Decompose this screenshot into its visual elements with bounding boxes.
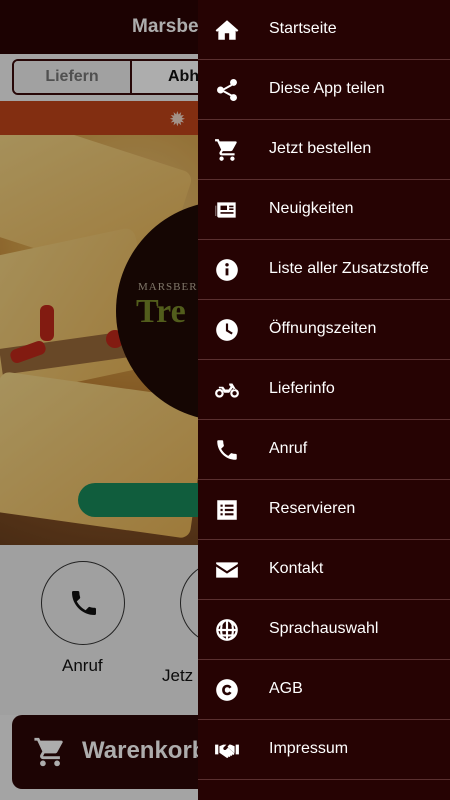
menu-item-agb[interactable]: AGB — [198, 660, 450, 720]
menu-item-label: AGB — [269, 680, 303, 697]
home-icon — [212, 15, 242, 45]
share-icon — [212, 75, 242, 105]
menu-item-label: Impressum — [269, 740, 349, 757]
menu-item-label: Diese App teilen — [269, 80, 385, 97]
handshake-icon — [212, 735, 242, 765]
menu-item-share[interactable]: Diese App teilen — [198, 60, 450, 120]
info-icon — [212, 255, 242, 285]
phone-icon — [212, 435, 242, 465]
menu-item-label: Öffnungszeiten — [269, 320, 377, 337]
cart-icon — [212, 135, 242, 165]
menu-item-opening-hours[interactable]: Öffnungszeiten — [198, 300, 450, 360]
menu-item-news[interactable]: Neuigkeiten — [198, 180, 450, 240]
menu-item-imprint[interactable]: Impressum — [198, 720, 450, 780]
menu-item-reserve[interactable]: Reservieren — [198, 480, 450, 540]
newspaper-icon — [212, 195, 242, 225]
list-icon — [212, 495, 242, 525]
menu-item-additives[interactable]: Liste aller Zusatzstoffe — [198, 240, 450, 300]
menu-item-delivery-info[interactable]: Lieferinfo — [198, 360, 450, 420]
menu-item-contact[interactable]: Kontakt — [198, 540, 450, 600]
menu-item-label: Startseite — [269, 20, 337, 37]
clock-icon — [212, 315, 242, 345]
menu-item-startseite[interactable]: Startseite — [198, 0, 450, 60]
menu-item-label: Liste aller Zusatzstoffe — [269, 260, 429, 277]
envelope-icon — [212, 555, 242, 585]
globe-icon — [212, 615, 242, 645]
menu-item-call[interactable]: Anruf — [198, 420, 450, 480]
menu-item-label: Jetzt bestellen — [269, 140, 372, 157]
menu-item-label: Lieferinfo — [269, 380, 335, 397]
menu-item-order-now[interactable]: Jetzt bestellen — [198, 120, 450, 180]
menu-item-label: Kontakt — [269, 560, 324, 577]
menu-item-label: Reservieren — [269, 500, 356, 517]
menu-item-label: Sprachauswahl — [269, 620, 379, 637]
side-drawer: Startseite Diese App teilen Jetzt bestel… — [198, 0, 450, 800]
menu-item-label: Neuigkeiten — [269, 200, 354, 217]
copyright-icon — [212, 675, 242, 705]
menu-item-label: Anruf — [269, 440, 308, 457]
menu-item-language[interactable]: Sprachauswahl — [198, 600, 450, 660]
motorcycle-icon — [212, 375, 242, 405]
